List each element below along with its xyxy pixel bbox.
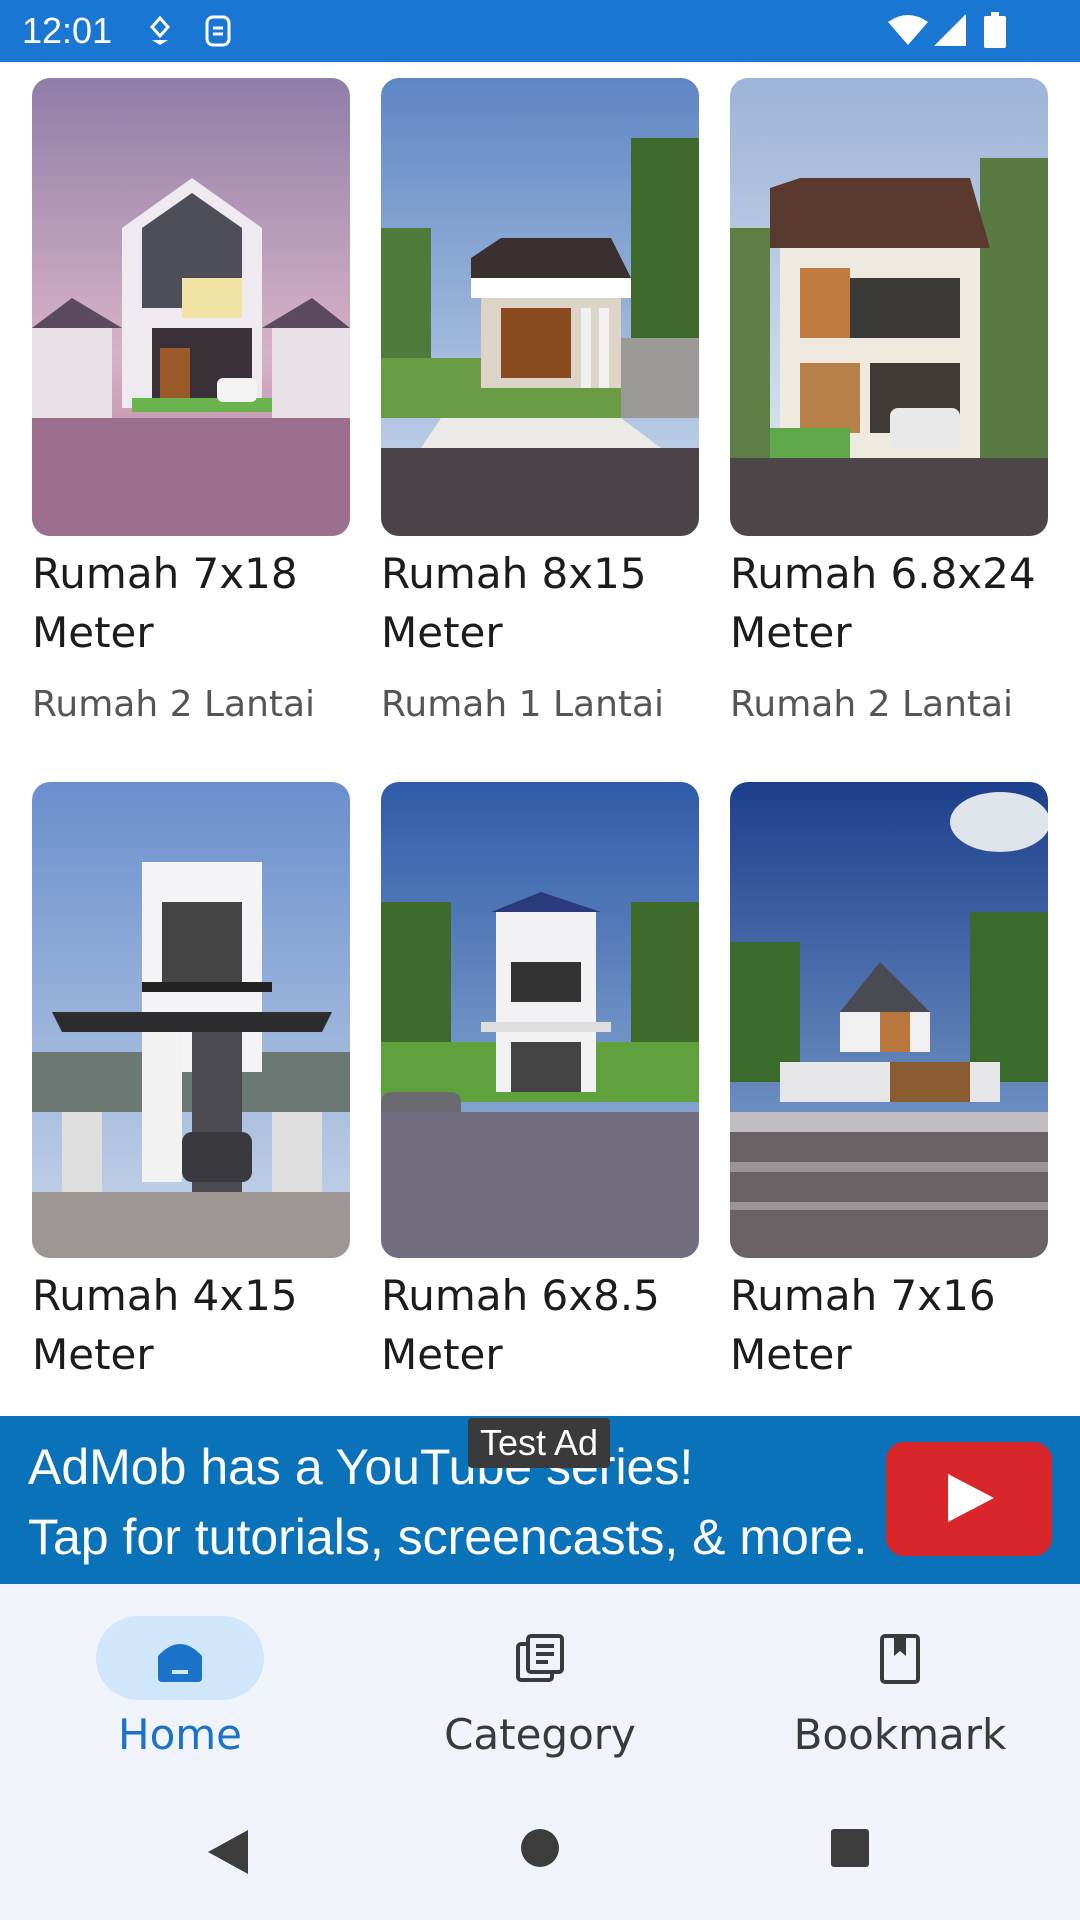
youtube-play-icon (886, 1442, 1052, 1556)
battery-icon (984, 12, 1006, 48)
card-title-line: Rumah 6x8.5 (381, 1271, 660, 1320)
house-grid: Rumah 7x18 Meter Rumah 2 Lantai Rumah 8x… (0, 62, 1080, 1416)
nav-item-home[interactable]: Home (0, 1584, 360, 1784)
house-image (730, 78, 1048, 536)
card-title-line: Meter (381, 1330, 503, 1379)
card-title: Rumah 7x16 Meter (730, 1266, 1070, 1384)
nav-indicator (456, 1616, 624, 1700)
test-ad-badge: Test Ad (468, 1418, 610, 1468)
nav-label-bookmark: Bookmark (793, 1710, 1007, 1759)
ad-line-2: Tap for tutorials, screencasts, & more. (28, 1509, 868, 1565)
card-title-line: Rumah 8x15 (381, 549, 647, 598)
nav-label-category: Category (444, 1710, 636, 1759)
nav-indicator (816, 1616, 984, 1700)
card-title: Rumah 4x15 Meter (32, 1266, 372, 1384)
signal-icon (934, 14, 966, 46)
card-title-line: Meter (32, 1330, 154, 1379)
nav-indicator (96, 1616, 264, 1700)
card-title-line: Meter (32, 608, 154, 657)
card-title-line: Meter (730, 608, 852, 657)
bottom-navigation: Home Category Bookmark (0, 1584, 1080, 1784)
location-icon (148, 16, 172, 46)
card-title: Rumah 8x15 Meter (381, 544, 721, 662)
home-icon (158, 1644, 202, 1682)
back-icon[interactable] (206, 1828, 250, 1880)
house-image (32, 78, 350, 536)
recents-icon[interactable] (830, 1828, 870, 1872)
card-title-line: Meter (381, 608, 503, 657)
home-circle-icon[interactable] (520, 1828, 560, 1872)
nav-item-bookmark[interactable]: Bookmark (720, 1584, 1080, 1784)
card-title: Rumah 7x18 Meter (32, 544, 372, 662)
card-title: Rumah 6x8.5 Meter (381, 1266, 721, 1384)
wifi-icon (888, 14, 928, 46)
card-subtitle: Rumah 2 Lantai (32, 684, 316, 725)
house-image (381, 782, 699, 1258)
card-subtitle: Rumah 2 Lantai (730, 684, 1014, 725)
sim-icon (204, 14, 232, 48)
status-time: 12:01 (22, 10, 113, 51)
card-title-line: Meter (730, 1330, 852, 1379)
status-bar: 12:01 (0, 0, 1080, 62)
house-image (32, 782, 350, 1258)
ad-banner[interactable]: AdMob has a YouTube series! Tap for tuto… (0, 1416, 1080, 1584)
bookmark-icon (880, 1634, 920, 1684)
card-title-line: Rumah 7x16 (730, 1271, 996, 1320)
house-image (730, 782, 1048, 1258)
card-title: Rumah 6.8x24 Meter (730, 544, 1070, 662)
nav-item-category[interactable]: Category (360, 1584, 720, 1784)
card-subtitle: Rumah 1 Lantai (381, 684, 665, 725)
category-icon (516, 1634, 564, 1682)
card-title-line: Rumah 7x18 (32, 549, 298, 598)
card-title-line: Rumah 6.8x24 (730, 549, 1036, 598)
house-image (381, 78, 699, 536)
system-navigation (0, 1784, 1080, 1920)
nav-label-home: Home (117, 1710, 243, 1759)
card-title-line: Rumah 4x15 (32, 1271, 298, 1320)
